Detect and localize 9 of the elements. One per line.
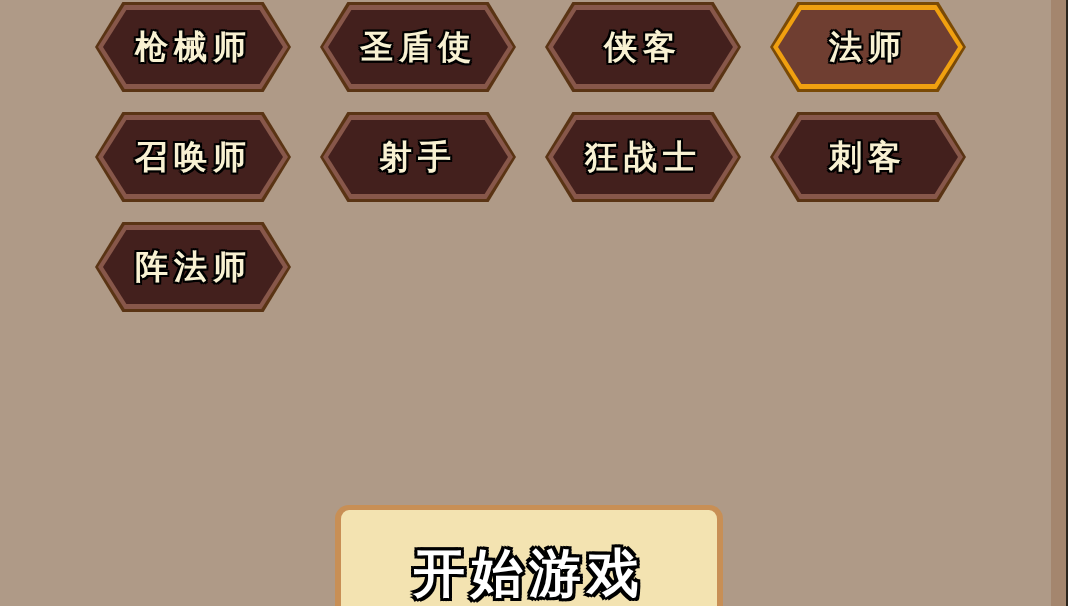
class-option-button[interactable]: 狂战士 [545, 112, 741, 202]
class-option-button[interactable]: 召唤师 [95, 112, 291, 202]
class-option-button[interactable]: 刺客 [770, 112, 966, 202]
class-option-button[interactable]: 阵法师 [95, 222, 291, 312]
class-option-button[interactable]: 法师 [770, 2, 966, 92]
class-option-button[interactable]: 枪械师 [95, 2, 291, 92]
class-option-button[interactable]: 射手 [320, 112, 516, 202]
class-option-button[interactable]: 侠客 [545, 2, 741, 92]
class-option-button[interactable]: 圣盾使 [320, 2, 516, 92]
